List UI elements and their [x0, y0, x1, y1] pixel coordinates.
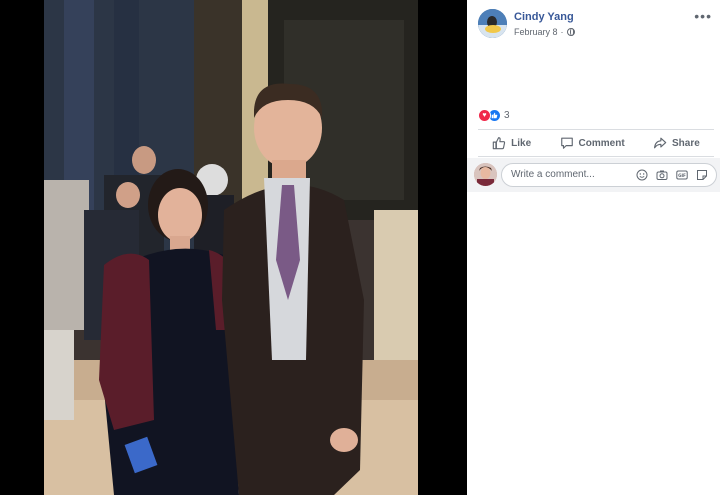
comment-composer: GIF: [467, 158, 720, 192]
reaction-count[interactable]: 3: [504, 110, 510, 121]
more-options-icon[interactable]: •••: [694, 9, 712, 23]
photo-image: [44, 0, 418, 495]
camera-icon[interactable]: [656, 169, 668, 181]
like-label: Like: [511, 137, 532, 149]
comment-field[interactable]: GIF: [501, 163, 717, 187]
current-user-avatar-image: [474, 163, 497, 186]
post-date-separator: ·: [560, 27, 564, 37]
comment-icon: [560, 137, 573, 149]
emoji-icon[interactable]: [636, 169, 648, 181]
avatar-image: [478, 9, 507, 38]
sticker-icon[interactable]: [696, 169, 708, 181]
svg-text:GIF: GIF: [678, 173, 686, 178]
post-header: Cindy Yang February 8 · •••: [467, 0, 720, 50]
comment-label: Comment: [578, 137, 625, 149]
post-date[interactable]: February 8: [514, 27, 558, 37]
post-photo[interactable]: [44, 0, 418, 495]
share-label: Share: [672, 137, 700, 149]
like-button[interactable]: Like: [492, 136, 531, 150]
share-icon: [654, 137, 667, 149]
thumbs-up-icon: [492, 137, 506, 150]
post-panel: Cindy Yang February 8 · ••• ♥ 3 Like Com…: [467, 0, 720, 495]
globe-icon[interactable]: [566, 28, 575, 36]
share-button[interactable]: Share: [653, 136, 700, 150]
reactions-summary[interactable]: ♥ 3: [478, 109, 510, 122]
love-reaction-icon: ♥: [478, 109, 491, 122]
author-name[interactable]: Cindy Yang: [514, 11, 574, 23]
photo-viewer[interactable]: [0, 0, 467, 495]
post-action-bar: Like Comment Share: [478, 129, 714, 157]
comment-input[interactable]: [511, 169, 631, 180]
current-user-avatar[interactable]: [474, 163, 497, 186]
comment-field-icons: GIF: [636, 169, 708, 181]
comment-button[interactable]: Comment: [560, 136, 625, 150]
gif-icon[interactable]: GIF: [676, 169, 688, 181]
author-avatar[interactable]: [478, 9, 507, 38]
post-meta: February 8 ·: [514, 27, 575, 37]
